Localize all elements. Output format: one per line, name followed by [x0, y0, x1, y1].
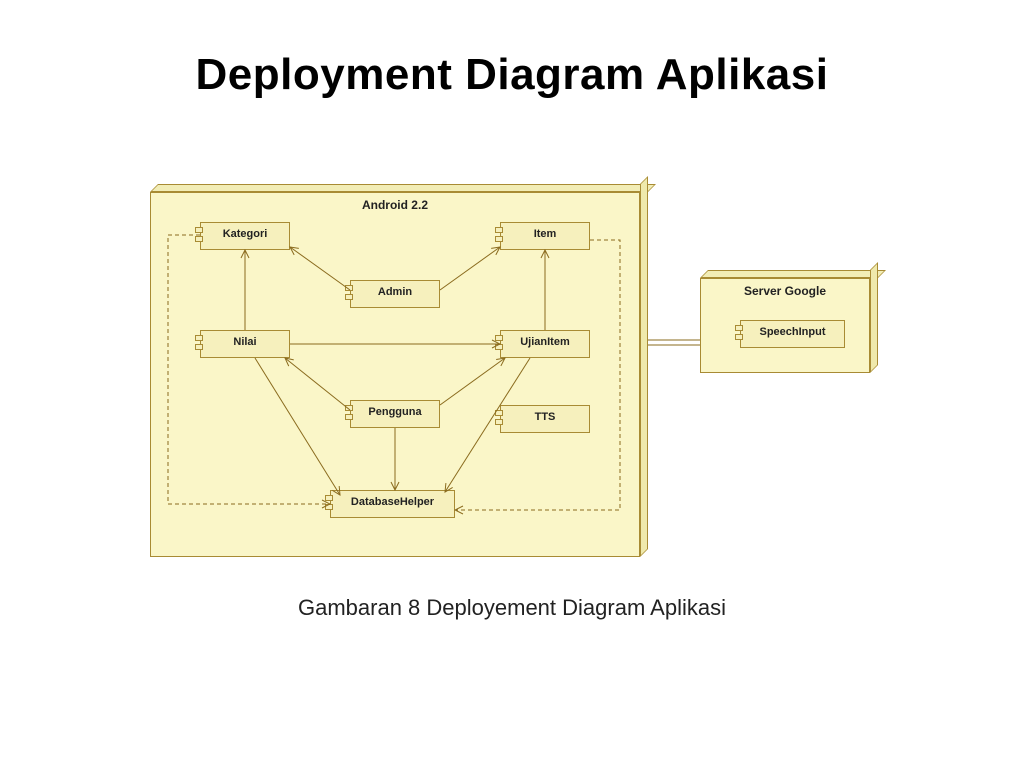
component-item: Item: [500, 222, 590, 250]
component-dbhelper-label: DatabaseHelper: [351, 496, 434, 508]
component-ujianitem: UjianItem: [500, 330, 590, 358]
component-nilai: Nilai: [200, 330, 290, 358]
component-pengguna-label: Pengguna: [368, 406, 421, 418]
page: Deployment Diagram Aplikasi Android 2.2 …: [0, 0, 1024, 768]
component-nilai-label: Nilai: [233, 336, 256, 348]
figure-caption: Gambaran 8 Deployement Diagram Aplikasi: [0, 595, 1024, 621]
component-admin-label: Admin: [378, 286, 412, 298]
component-ujianitem-label: UjianItem: [520, 336, 570, 348]
component-dbhelper: DatabaseHelper: [330, 490, 455, 518]
component-item-label: Item: [534, 228, 557, 240]
node-android-label: Android 2.2: [150, 198, 640, 212]
component-tts-label: TTS: [535, 411, 556, 423]
node-server-label: Server Google: [700, 284, 870, 298]
component-tts: TTS: [500, 405, 590, 433]
component-pengguna: Pengguna: [350, 400, 440, 428]
component-speechinput-label: SpeechInput: [759, 326, 825, 338]
page-title: Deployment Diagram Aplikasi: [0, 50, 1024, 100]
component-admin: Admin: [350, 280, 440, 308]
component-speechinput: SpeechInput: [740, 320, 845, 348]
component-kategori: Kategori: [200, 222, 290, 250]
component-kategori-label: Kategori: [223, 228, 268, 240]
